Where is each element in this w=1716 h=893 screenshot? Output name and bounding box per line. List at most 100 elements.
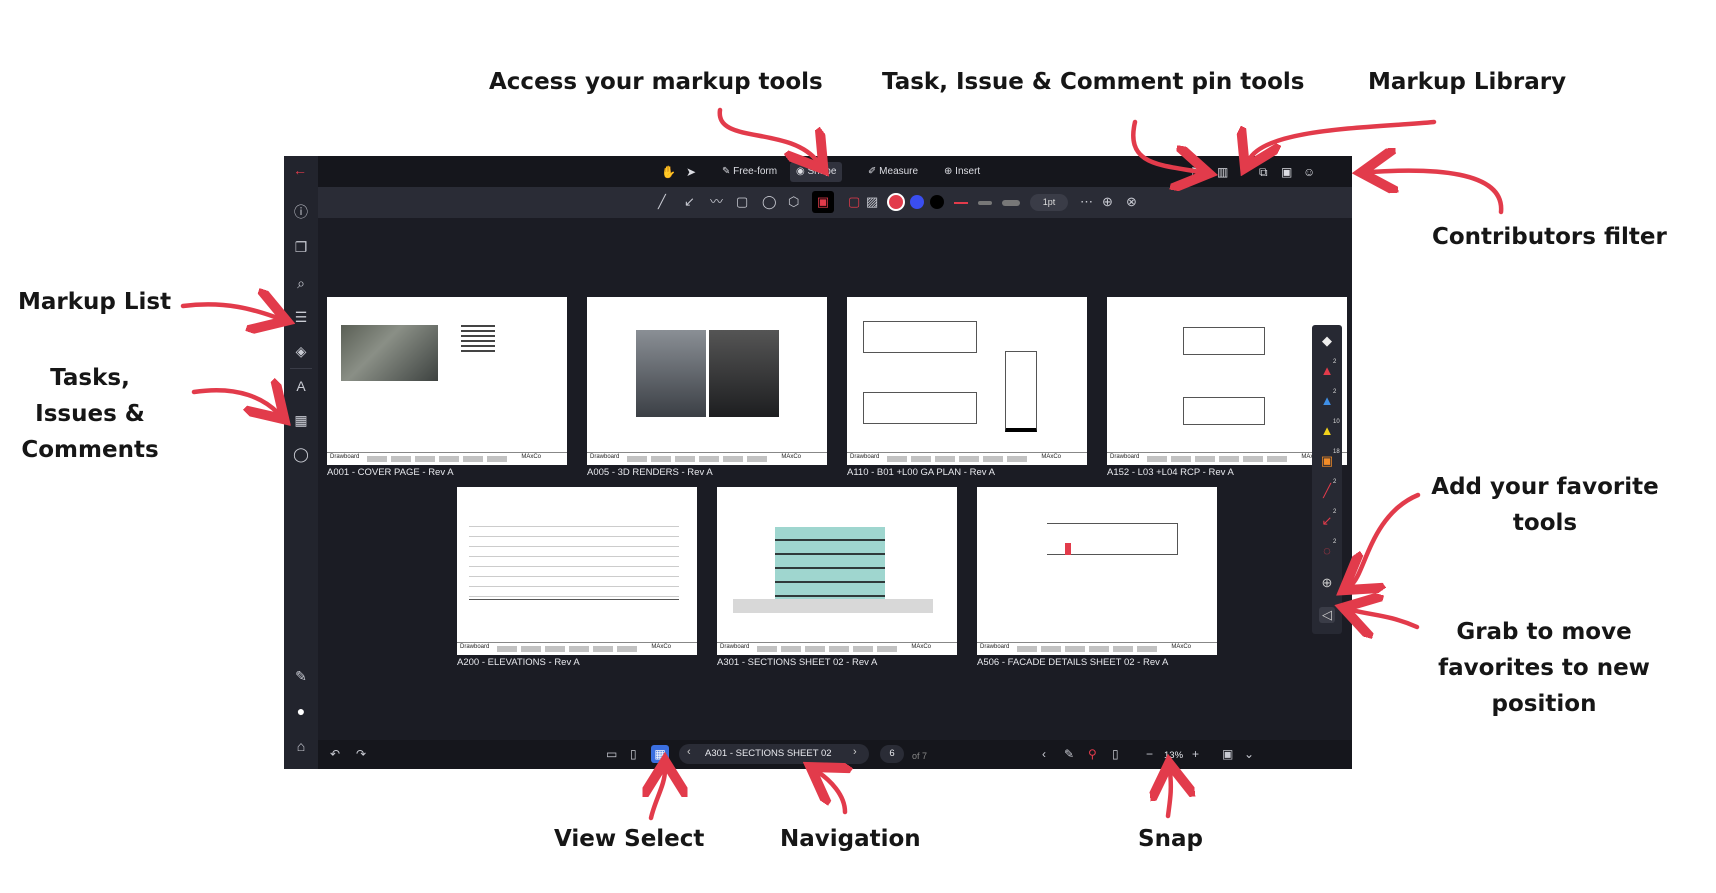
sheet-label: A001 - COVER PAGE - Rev A (327, 467, 454, 478)
title-block: DrawboardMAxCo (977, 642, 1217, 655)
sheet-thumbnail[interactable]: DrawboardMAxCo (1107, 297, 1347, 465)
search-icon[interactable]: ⌕ (291, 273, 311, 293)
sheet-thumbnail[interactable]: DrawboardMAxCo (457, 487, 697, 655)
callout-snap: Snap (1138, 826, 1203, 852)
contributors-filter-icon[interactable]: ☺ (1303, 162, 1315, 182)
layers-icon[interactable]: ◈ (291, 341, 311, 361)
hand-tool-icon[interactable]: ✋ (661, 162, 676, 182)
favorite-cloud-red[interactable]: ◌ (1319, 543, 1335, 559)
render-image-1 (636, 330, 706, 417)
freeform-icon: ✎ (722, 166, 734, 177)
add-favorite-icon[interactable]: ⊕ (1319, 575, 1335, 591)
close-icon[interactable]: ⊗ (1126, 195, 1137, 209)
markup-library-icon[interactable]: A (291, 376, 311, 396)
panel-icon[interactable]: ▣ (1281, 162, 1292, 182)
line-weight-select[interactable]: 1pt (1030, 194, 1068, 211)
sheet-thumbnail[interactable]: DrawboardMAxCo (977, 487, 1217, 655)
favorite-highlighter-red[interactable]: ▲ (1319, 363, 1335, 379)
tab-shape[interactable]: ◉ Shape (790, 162, 843, 182)
favorite-count: 18 (1333, 449, 1340, 455)
callout-markup-list: Markup List (18, 289, 172, 315)
grid-view-icon[interactable]: ▦ (651, 745, 669, 763)
polyline-tool-icon[interactable]: 〰 (710, 195, 723, 209)
favorite-count: 2 (1333, 359, 1337, 365)
eraser-icon[interactable]: ◆ (1319, 333, 1335, 349)
page-number-input[interactable]: 6 (880, 745, 904, 763)
tab-freeform[interactable]: ✎ Free-form (718, 162, 781, 182)
favorite-count: 2 (1333, 479, 1337, 485)
rectangle-tool-icon[interactable]: ▢ (736, 195, 748, 209)
select-tool-icon[interactable]: ➤ (686, 162, 696, 182)
pen-settings-icon[interactable]: ✎ (291, 666, 311, 686)
more-chevron-icon[interactable]: ⌄ (1244, 747, 1254, 761)
pages-icon[interactable]: ❐ (291, 237, 311, 257)
next-sheet-icon[interactable]: › (853, 746, 857, 758)
favorite-arrow-red[interactable]: ↙ (1319, 513, 1335, 529)
more-options-icon[interactable]: ⋯ (1080, 195, 1093, 209)
current-sheet-select[interactable]: A301 - SECTIONS SHEET 02 (705, 748, 832, 759)
title-block: DrawboardMAxCo (327, 452, 567, 465)
markup-list-icon[interactable]: ☰ (291, 307, 311, 327)
prev-sheet-icon[interactable]: ‹ (687, 746, 691, 758)
fill-style-icon[interactable]: ▨ (866, 195, 878, 209)
zoom-in-icon[interactable]: + (1192, 747, 1199, 761)
document-icon[interactable]: ▯ (1112, 747, 1119, 761)
zoom-out-icon[interactable]: − (1146, 747, 1153, 761)
undo-icon[interactable]: ↶ (330, 747, 340, 761)
sheet-navigator[interactable]: ‹ A301 - SECTIONS SHEET 02 › (679, 744, 869, 764)
single-page-view-icon[interactable]: ▭ (606, 747, 617, 761)
redo-icon[interactable]: ↷ (356, 747, 366, 761)
favorite-count: 2 (1333, 539, 1337, 545)
zoom-level[interactable]: 13% (1164, 749, 1183, 763)
learn-icon[interactable]: ⌂ (291, 736, 311, 756)
left-sidebar: ← ⓘ ❐ ⌕ ☰ ◈ A ▦ ◯ ✎ ● ⌂ (284, 156, 319, 769)
aerial-photo (341, 325, 438, 381)
fit-page-icon[interactable]: ▣ (1222, 747, 1233, 761)
cloud-tool-icon[interactable]: ▣ (812, 191, 834, 213)
plus-circle-icon: ⊕ (944, 166, 956, 177)
callout-markup-library: Markup Library (1368, 69, 1567, 95)
favorite-highlighter-yellow[interactable]: ▲ (1319, 423, 1335, 439)
ground-line (733, 599, 933, 613)
title-block: DrawboardMAxCo (1107, 452, 1347, 465)
stroke-style-icon[interactable]: ▢ (848, 195, 860, 209)
drag-handle-icon[interactable]: ◁ (1319, 607, 1335, 623)
color-blue-swatch[interactable] (910, 195, 924, 209)
user-avatar[interactable]: ● (291, 701, 311, 721)
back-arrow-icon[interactable]: ← (293, 162, 307, 178)
info-icon[interactable]: ⓘ (291, 202, 311, 222)
line-weight-thick[interactable] (1002, 200, 1020, 206)
color-black-swatch[interactable] (930, 195, 944, 209)
color-red-swatch[interactable] (887, 193, 905, 211)
sidebar-divider (290, 368, 312, 369)
title-block: DrawboardMAxCo (847, 452, 1087, 465)
sheet-thumbnail[interactable]: DrawboardMAxCo (327, 297, 567, 465)
favorite-stamp[interactable]: ▣ (1319, 453, 1335, 469)
snapshot-icon[interactable]: ⧉ (1259, 162, 1268, 182)
ellipse-tool-icon[interactable]: ◯ (762, 195, 777, 209)
sheet-thumbnail[interactable]: DrawboardMAxCo (717, 487, 957, 655)
pen-icon[interactable]: ✎ (1064, 747, 1074, 761)
snap-icon[interactable]: ⚲ (1088, 747, 1097, 761)
arrow-tool-icon[interactable]: ↙ (684, 195, 695, 209)
sheet-thumbnail[interactable]: DrawboardMAxCo (587, 297, 827, 465)
plan-drawing (863, 392, 977, 424)
favorite-highlighter-blue[interactable]: ▲ (1319, 393, 1335, 409)
add-favorite-icon[interactable]: ⊕ (1102, 195, 1113, 209)
sheet-thumbnail[interactable]: DrawboardMAxCo (847, 297, 1087, 465)
line-weight-medium[interactable] (978, 201, 992, 205)
favorite-pen-red[interactable]: ╱ (1319, 483, 1335, 499)
line-weight-thin[interactable] (954, 202, 968, 204)
polygon-tool-icon[interactable]: ⬡ (788, 195, 799, 209)
comments-icon[interactable]: ◯ (291, 444, 311, 464)
line-tool-icon[interactable]: ╱ (658, 195, 666, 209)
scroll-view-icon[interactable]: ▯ (630, 747, 637, 761)
rcp-drawing (1183, 327, 1265, 355)
tab-measure[interactable]: ✐ Measure (864, 162, 922, 182)
collapse-left-icon[interactable]: ‹ (1042, 747, 1046, 761)
markup-library-button[interactable]: ▥ (1217, 162, 1228, 182)
pin-tools-icon[interactable]: ⚑ (1190, 162, 1201, 182)
tasks-icon[interactable]: ▦ (291, 410, 311, 430)
callout-add-favorites: Add your favorite tools (1431, 474, 1659, 536)
tab-insert[interactable]: ⊕ Insert (940, 162, 984, 182)
